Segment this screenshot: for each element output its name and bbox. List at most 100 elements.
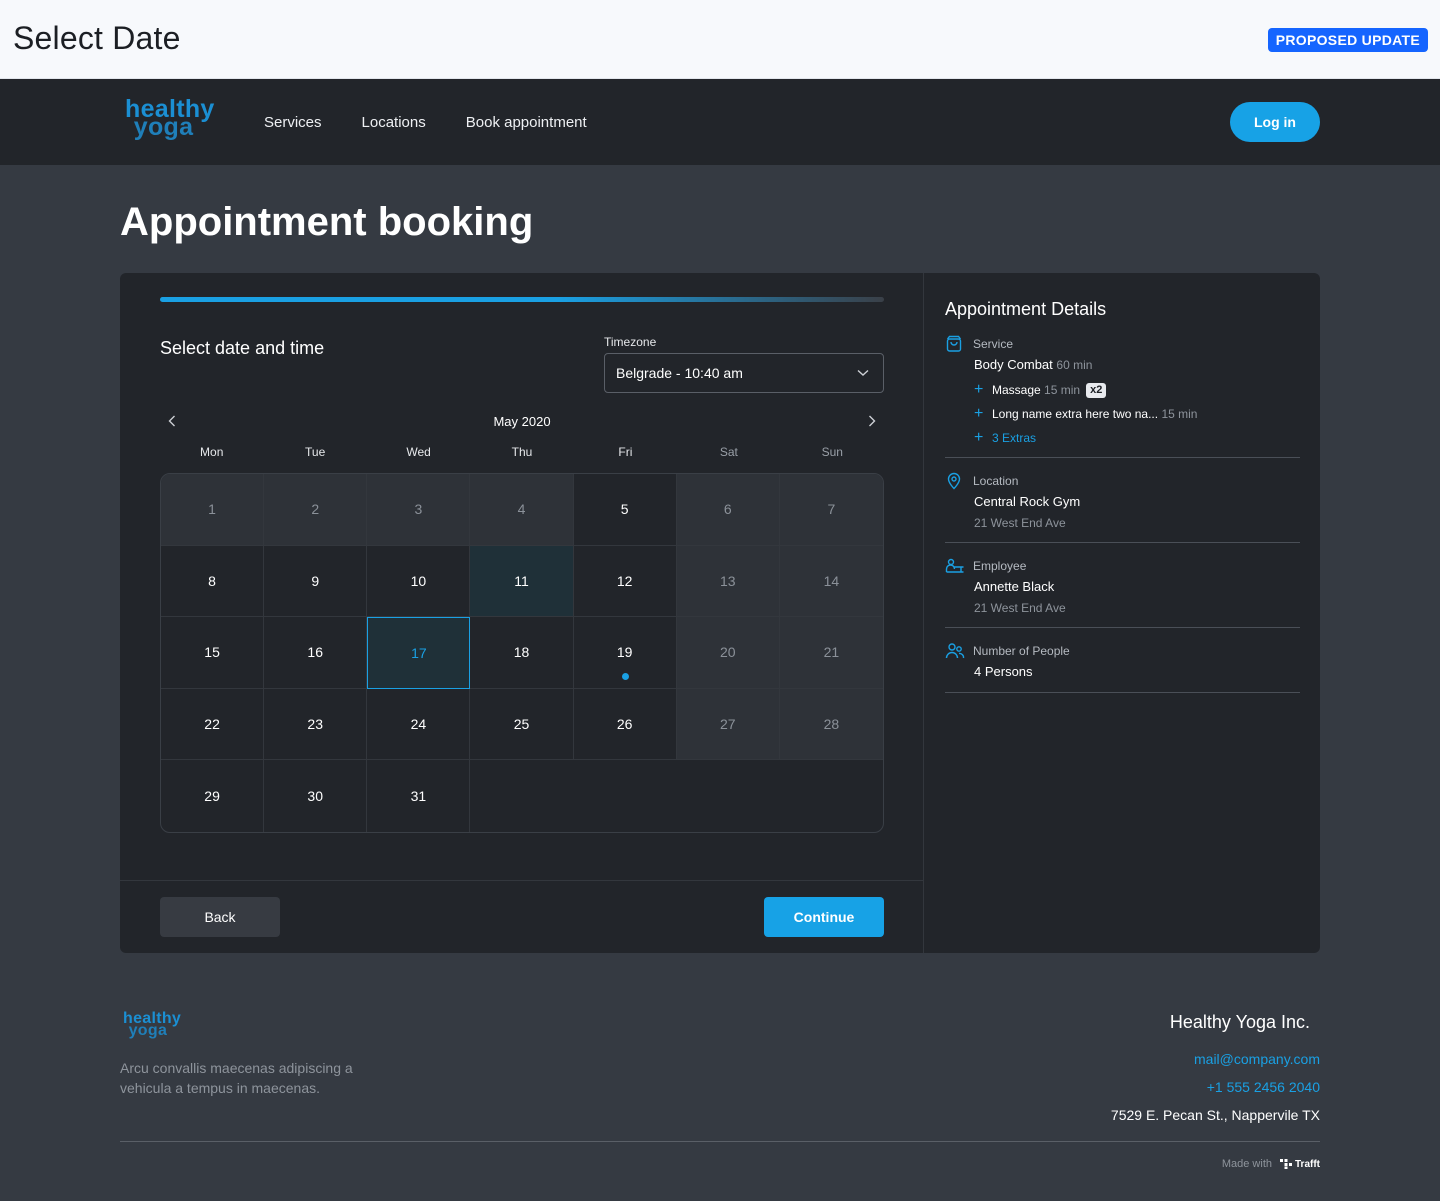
page-label: Select Date	[13, 20, 181, 56]
calendar-day-12[interactable]: 12	[573, 545, 677, 618]
day-number: 31	[410, 788, 427, 805]
calendar-day-3[interactable]: 3	[367, 474, 471, 546]
more-extras-link[interactable]: + 3 Extras	[974, 429, 1036, 447]
plus-icon: +	[974, 429, 984, 446]
nav-link-book-appointment[interactable]: Book appointment	[466, 114, 587, 131]
calendar-day-17[interactable]: 17	[367, 617, 471, 689]
day-number: 25	[513, 716, 530, 733]
calendar-day-14[interactable]: 14	[779, 545, 883, 618]
calendar-day-29[interactable]: 29	[161, 760, 265, 832]
calendar-day-27[interactable]: 27	[676, 688, 780, 761]
service-name-row: Body Combat 60 min	[974, 357, 1092, 372]
weekday-label: Mon	[200, 445, 224, 459]
employee-icon	[945, 557, 965, 575]
chevron-right-icon	[869, 415, 876, 427]
calendar-day-11[interactable]: 11	[470, 545, 574, 618]
day-number: 28	[823, 716, 840, 733]
calendar-day-6[interactable]: 6	[676, 474, 780, 546]
day-number: 20	[719, 644, 736, 661]
nav-link-locations[interactable]: Locations	[362, 114, 426, 131]
calendar-day-13[interactable]: 13	[676, 545, 780, 618]
quantity-badge: x2	[1086, 382, 1107, 398]
day-number: 2	[311, 501, 320, 518]
brand-logo[interactable]: healthy yoga	[125, 97, 215, 140]
calendar-day-23[interactable]: 23	[264, 688, 368, 761]
navigation-bar: healthy yoga Services Locations Book app…	[0, 79, 1440, 165]
day-number: 5	[620, 501, 629, 518]
day-number: 8	[208, 572, 216, 589]
timezone-select[interactable]: Belgrade - 10:40 am	[604, 353, 884, 393]
people-label: Number of People	[973, 644, 1070, 658]
calendar-day-10[interactable]: 10	[367, 545, 471, 618]
day-number: 13	[719, 572, 736, 589]
day-number: 15	[204, 644, 220, 661]
calendar-day-4[interactable]: 4	[470, 474, 574, 546]
continue-button[interactable]: Continue	[764, 897, 884, 937]
day-number: 9	[311, 572, 320, 589]
calendar-day-1[interactable]: 1	[161, 474, 265, 546]
availability-dot	[621, 672, 629, 680]
extra-item: + Massage 15 min x2	[974, 381, 1107, 399]
day-number: 10	[410, 572, 427, 589]
calendar-day-28[interactable]: 28	[779, 688, 883, 761]
site-footer: healthy yoga Arcu convallis maecenas adi…	[0, 978, 1440, 1201]
company-name: Healthy Yoga Inc.	[1169, 1012, 1310, 1032]
service-name: Body Combat	[974, 357, 1053, 372]
more-extras-label: 3 Extras	[992, 431, 1037, 445]
day-number: 19	[616, 644, 633, 661]
day-number: 17	[411, 644, 427, 661]
day-number: 1	[208, 501, 216, 518]
calendar-day-7[interactable]: 7	[779, 474, 883, 546]
day-number: 7	[827, 501, 836, 518]
calendar-day-5[interactable]: 5	[573, 474, 677, 546]
day-number: 12	[616, 572, 633, 589]
brand-name: Trafft	[1295, 1158, 1320, 1170]
weekday-label: Fri	[618, 445, 633, 459]
day-number: 21	[823, 644, 840, 661]
location-name: Central Rock Gym	[974, 494, 1081, 509]
top-bar: Select Date PROPOSED UPDATE	[0, 0, 1440, 79]
calendar-day-16[interactable]: 16	[264, 617, 368, 689]
calendar-day-15[interactable]: 15	[161, 617, 265, 689]
day-number: 16	[307, 644, 323, 661]
trafft-brand-link[interactable]: Trafft	[1280, 1159, 1320, 1170]
calendar-day-25[interactable]: 25	[470, 688, 574, 761]
footer-logo[interactable]: healthy yoga	[123, 1011, 181, 1038]
calendar-day-2[interactable]: 2	[264, 474, 368, 546]
calendar-day-8[interactable]: 8	[161, 545, 265, 618]
calendar-day-20[interactable]: 20	[676, 617, 780, 689]
company-address: 7529 E. Pecan St., Nappervile TX	[1110, 1107, 1320, 1123]
calendar-day-18[interactable]: 18	[470, 617, 574, 689]
day-number: 27	[719, 716, 736, 733]
day-number: 18	[513, 644, 530, 661]
back-button[interactable]: Back	[160, 897, 280, 937]
calendar-day-19[interactable]: 19	[573, 617, 677, 689]
calendar-day-22[interactable]: 22	[161, 688, 265, 761]
calendar-day-9[interactable]: 9	[264, 545, 368, 618]
calendar-day-21[interactable]: 21	[779, 617, 883, 689]
employee-detail: Employee Annette Black 21 West End Ave	[945, 557, 1300, 628]
next-month-button[interactable]	[860, 409, 884, 433]
calendar-grid: 1 2 3 4 5 6 7 8 9 10 11 12 13 14 15 16 17 18 19 20 21 22 23 24 2…	[160, 473, 884, 833]
booking-card: Select date and time Timezone Belgrade -…	[120, 273, 1320, 953]
plus-icon: +	[974, 405, 984, 422]
calendar-day-24[interactable]: 24	[367, 688, 471, 761]
day-number: 23	[307, 716, 323, 733]
day-number: 26	[616, 716, 633, 733]
calendar-day-26[interactable]: 26	[573, 688, 677, 761]
nav-link-services[interactable]: Services	[264, 114, 322, 131]
progress-bar	[160, 297, 884, 302]
service-label: Service	[973, 337, 1014, 351]
made-with: Made with Trafft	[1222, 1158, 1320, 1170]
calendar-day-31[interactable]: 31	[367, 760, 471, 832]
location-label: Location	[973, 474, 1019, 488]
chevron-down-icon	[857, 354, 871, 392]
contact-phone-link[interactable]: +1 555 2456 2040	[1207, 1079, 1320, 1095]
calendar-day-30[interactable]: 30	[264, 760, 368, 832]
day-number: 29	[204, 788, 220, 805]
contact-email-link[interactable]: mail@company.com	[1194, 1051, 1320, 1067]
employee-label: Employee	[973, 559, 1027, 573]
footer-tagline: Arcu convallis maecenas adipiscing a veh…	[120, 1060, 353, 1096]
login-button[interactable]: Log in	[1230, 102, 1320, 142]
booking-panel: Select date and time Timezone Belgrade -…	[120, 273, 924, 953]
